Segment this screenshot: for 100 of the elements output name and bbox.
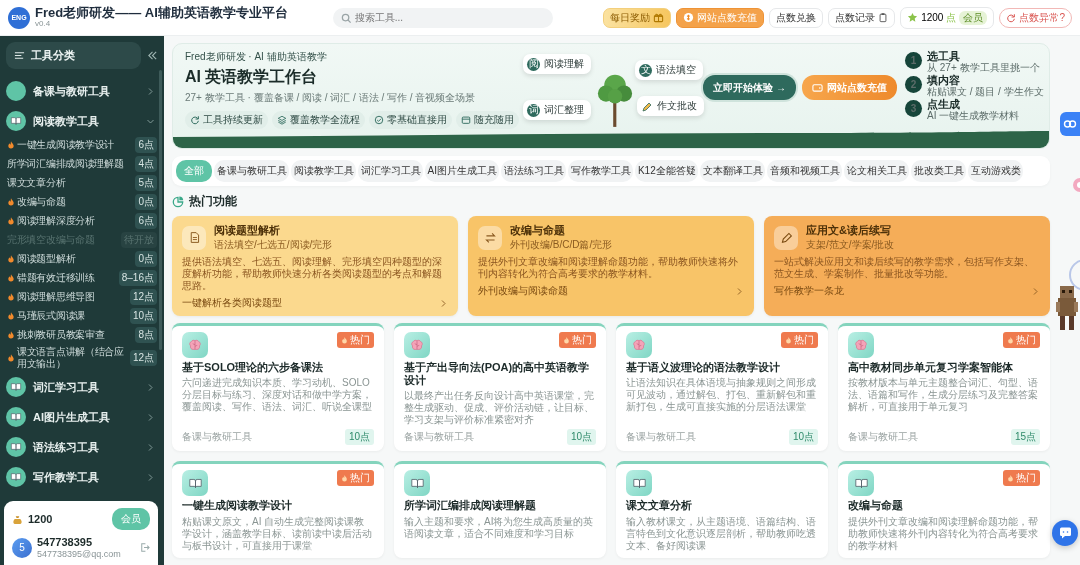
sidebar-item[interactable]: 错题有效迁移训练 8–16点	[4, 268, 157, 287]
sidebar-item[interactable]: 课文文章分析 5点	[4, 173, 157, 192]
refresh-icon	[190, 115, 200, 125]
tool-card[interactable]: 热门 高中教材同步单元复习学案智能体 按教材版本与单元主题整合词汇、句型、语法、语篇和写作，生成分层练习及完整答案解析，可直接用于单元复习 备课与教研工具 15点	[838, 323, 1050, 452]
category-tab[interactable]: 写作教学工具	[568, 160, 634, 182]
start-button[interactable]: 立即开始体验 →	[703, 75, 796, 100]
chat-icon	[1058, 527, 1072, 539]
points-record-button[interactable]: 点数记录	[828, 7, 896, 28]
tool-card[interactable]: 课文文章分析 输入教材课文，从主题语境、语篇结构、语言特色到文化意识逐层剖析，帮助教师吃透文本、备好阅读课	[616, 461, 828, 558]
sidebar-item[interactable]: 挑刺教研员教案审查 8点	[4, 325, 157, 344]
cost-badge: 0点	[135, 250, 157, 267]
category-tab[interactable]: 阅读教学工具	[291, 160, 356, 182]
cost-badge: 5点	[135, 174, 157, 191]
points-exchange-button[interactable]: 点数兑换	[769, 7, 824, 28]
chat-button[interactable]	[1052, 520, 1078, 546]
brain-icon	[187, 337, 203, 353]
tool-category: 备课与教研工具	[626, 430, 696, 445]
cost-badge: 0点	[135, 193, 157, 210]
floating-tag: 阅 阅读理解	[523, 54, 591, 74]
sidebar-item[interactable]: 阅读理解思维导图 12点	[4, 287, 157, 306]
category-tab[interactable]: 互动游戏类	[968, 160, 1024, 182]
sidebar-category[interactable]: 语法练习工具	[4, 433, 157, 461]
check-circle-icon	[374, 115, 384, 125]
points-value: 1200	[921, 12, 944, 23]
tool-category: 备课与教研工具	[404, 430, 474, 445]
wallet-icon	[812, 82, 823, 93]
avatar: 5	[12, 537, 32, 558]
logout-icon[interactable]	[139, 542, 150, 553]
tool-description: 粘贴课文原文，AI 自动生成完整阅读课教学设计，涵盖教学目标、读前读中读后活动与板书设计，可直接用于课堂	[182, 515, 373, 552]
step-detail: 从 27+ 教学工具里挑一个	[927, 62, 1040, 74]
pen-icon	[641, 100, 653, 112]
category-tab[interactable]: 批改类工具	[911, 160, 967, 182]
feature-card[interactable]: 阅读题型解析 语法填空/七选五/阅读/完形 提供语法填空、七选五、阅读理解、完形填空四种题型的深度解析功能，帮助教师快速分析各类阅读题型的考点和解题思路。 一键解析各类阅读题型	[172, 216, 458, 316]
sidebar-item[interactable]: 阅读理解深度分析 6点	[4, 211, 157, 230]
feature-card[interactable]: 改编与命题 外刊改编/B/C/D篇/完形 提供外刊文章改编和阅读理解命题功能，帮助教师快速将外刊内容转化为符合高考要求的教学材料。 外刊改编与阅读命题	[468, 216, 754, 316]
sidebar-item[interactable]: 马瑾辰式阅读课 10点	[4, 306, 157, 325]
flame-icon	[7, 254, 15, 263]
hot-badge: 热门	[1003, 470, 1040, 487]
brain-icon	[631, 337, 647, 353]
sidebar-category[interactable]: AI图片生成工具	[4, 403, 157, 431]
collapse-icon[interactable]	[147, 50, 158, 61]
daily-reward-button[interactable]: 每日奖励	[603, 7, 672, 28]
book-icon	[409, 476, 425, 490]
side-float-icon[interactable]	[1071, 178, 1080, 192]
tool-category: 备课与教研工具	[848, 430, 918, 445]
category-tab[interactable]: AI图片生成工具	[425, 160, 500, 182]
feature-title: 阅读题型解析	[214, 223, 281, 238]
sidebar-item[interactable]: 一键生成阅读教学设计 6点	[4, 135, 157, 154]
category-tab[interactable]: 文本翻译工具	[700, 160, 766, 182]
tool-card[interactable]: 热门 基于产出导向法(POA)的高中英语教学设计 以最终产出任务反向设计高中英语课堂，完整生成驱动、促成、评价活动链，让目标、学习支架与评价标准紧密对齐 备课与教研工具 10点	[394, 323, 606, 452]
step-number: 3	[905, 100, 922, 118]
cost-badge: 8点	[135, 326, 157, 343]
tool-card[interactable]: 热门 一键生成阅读教学设计 粘贴课文原文，AI 自动生成完整阅读课教学设计，涵盖教学目标、读前读中读后活动与板书设计，可直接用于课堂	[172, 461, 384, 558]
link-icon	[1063, 119, 1077, 129]
balance-value: 1200	[28, 513, 54, 525]
tool-card[interactable]: 热门 基于语义波理论的语法教学设计 让语法知识在具体语境与抽象规则之间形成可见波动，通过解包、打包、重新解包和重新打包，生成可直接实施的分层语法课堂 备课与教研工具 10点	[616, 323, 828, 452]
user-email: 547738395@qq.com	[37, 548, 122, 559]
tool-card[interactable]: 所学词汇编排成阅读理解题 输入主题和要求，AI将为您生成高质量的英语阅读文章，适合不同难度和学习目标	[394, 461, 606, 558]
tool-category: 备课与教研工具	[182, 430, 252, 445]
cost-badge: 10点	[566, 429, 596, 446]
feature-link[interactable]: 外刊改编与阅读命题	[478, 284, 568, 298]
sidebar-category[interactable]: 阅读教学工具	[4, 107, 157, 135]
sidebar-category[interactable]: 备课与教研工具	[4, 77, 157, 105]
tag-glyph: 词	[527, 103, 540, 117]
tool-description: 输入主题和要求，AI将为您生成高质量的英语阅读文章，适合不同难度和学习目标	[404, 515, 595, 540]
flame-icon	[1007, 474, 1014, 483]
sidebar-item[interactable]: 阅读题型解析 0点	[4, 249, 157, 268]
feature-chip: 随充随用	[456, 111, 519, 129]
search-field[interactable]: 搜索工具...	[332, 7, 553, 28]
feature-link[interactable]: 一键解析各类阅读题型	[182, 296, 282, 310]
flame-icon	[7, 330, 15, 339]
sidebar-category[interactable]: 写作教学工具	[4, 463, 157, 491]
tool-title: 基于语义波理论的语法教学设计	[626, 361, 781, 375]
floating-tag: 作文批改	[637, 96, 704, 116]
category-tab[interactable]: K12全能答疑	[635, 160, 699, 182]
cost-badge: 6点	[135, 136, 157, 153]
sidebar-item[interactable]: 所学词汇编排成阅读理解题 4点	[4, 154, 157, 173]
step-title: 选工具	[927, 50, 961, 63]
step-detail: AI 一键生成教学材料	[927, 110, 1020, 122]
floating-tag: 文 语法填空	[635, 60, 703, 80]
category-tab[interactable]: 论文相关工具	[844, 160, 910, 182]
points-unit: 点	[946, 10, 957, 25]
tool-title: 课文文章分析	[626, 499, 693, 513]
category-tab[interactable]: 语法练习工具	[501, 160, 567, 182]
category-icon	[6, 81, 26, 101]
tool-card[interactable]: 热门 改编与命题 提供外刊文章改编和阅读理解命题功能，帮助教师快速将外刊内容转化为符合高考要求的教学材料	[838, 461, 1050, 558]
cost-badge: 15点	[1010, 429, 1040, 446]
category-tab[interactable]: 词汇学习工具	[358, 160, 423, 182]
sidebar-category[interactable]: 词汇学习工具	[4, 373, 157, 401]
hot-badge: 热门	[781, 332, 818, 348]
feature-link[interactable]: 写作教学一条龙	[774, 284, 844, 298]
points-issue-button[interactable]: 点数异常?	[999, 7, 1072, 28]
side-float-button[interactable]	[1060, 112, 1080, 136]
tool-card[interactable]: 热门 基于SOLO理论的六步备课法 六问递进完成知识本质、学习动机、SOLO分层目标与练习、深度对话和做中学方案，覆盖阅读、写作、语法、词汇、听说全课型 备课与教研工具 10点	[172, 323, 384, 452]
chevron-right-icon	[1031, 286, 1040, 296]
sidebar-item[interactable]: 改编与命题 0点	[4, 192, 157, 211]
category-tab[interactable]: 备课与教研工具	[214, 160, 289, 182]
flame-icon	[7, 292, 15, 301]
pie-chart-icon	[172, 195, 184, 208]
category-tab[interactable]: 音频和视频工具	[767, 160, 843, 182]
